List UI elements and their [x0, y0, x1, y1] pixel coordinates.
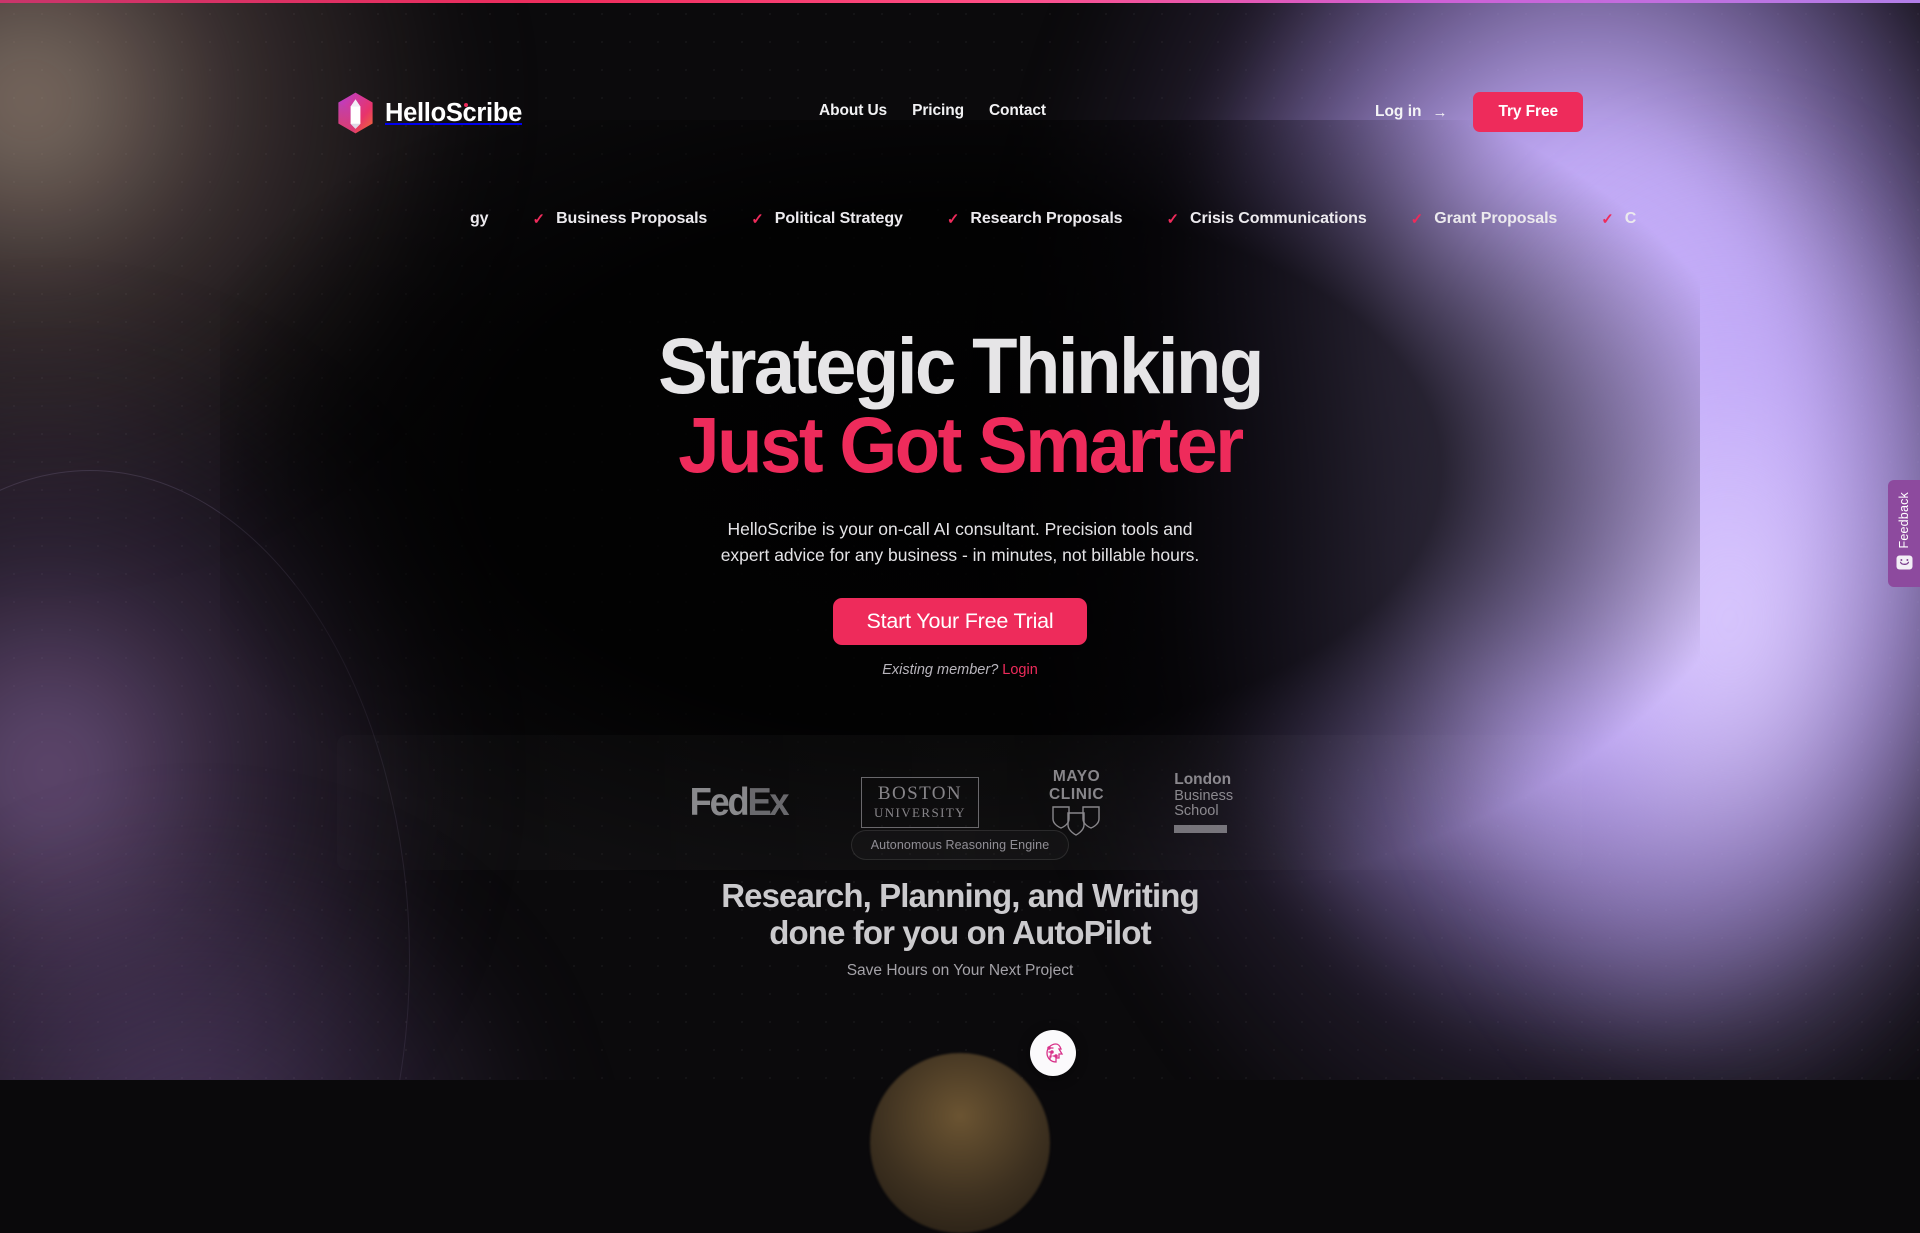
lbs-line-2: Business	[1174, 789, 1233, 804]
feature-ticker-track: gy ✓ Business Proposals ✓ Political Strategy…	[470, 210, 1680, 228]
check-icon: ✓	[1166, 210, 1179, 228]
feedback-label: Feedback	[1897, 492, 1911, 549]
ticker-item: ✓ Research Proposals	[947, 210, 1123, 228]
hero-section: Strategic Thinking Just Got Smarter Hell…	[0, 330, 1920, 678]
check-icon: ✓	[532, 210, 545, 228]
autopilot-title-line-1: Research, Planning, and Writing	[721, 877, 1199, 914]
logo-fedex: FedEx	[686, 781, 791, 825]
ticker-item: ✓ Political Strategy	[751, 210, 903, 228]
nav-item-pricing[interactable]: Pricing	[912, 102, 964, 120]
lbs-line-1: London	[1174, 772, 1233, 788]
ticker-item: gy	[470, 210, 488, 228]
ticker-item-label: Grant Proposals	[1434, 210, 1557, 228]
ticker-item-label: Research Proposals	[970, 210, 1122, 228]
bu-line-2: UNIVERSITY	[874, 805, 966, 821]
ticker-item-label: Political Strategy	[775, 210, 903, 228]
feature-ticker: gy ✓ Business Proposals ✓ Political Strategy…	[0, 210, 1920, 244]
autopilot-title-line-2: done for you on AutoPilot	[769, 914, 1150, 951]
ai-brain-icon	[1039, 1039, 1067, 1067]
check-icon: ✓	[947, 210, 960, 228]
lbs-line-3: School	[1174, 804, 1233, 819]
arrow-right-icon: →	[1432, 105, 1447, 120]
hero-subheadline-line-2: expert advice for any business - in minu…	[721, 545, 1200, 565]
ticker-item-label: C	[1625, 210, 1636, 228]
check-icon: ✓	[751, 210, 764, 228]
hexagon-pencil-logo-icon	[337, 92, 374, 134]
site-header: HelloScribe About Us Pricing Contact Log…	[0, 0, 1920, 150]
brand-name: HelloScribe	[385, 99, 522, 128]
mayo-line-1: MAYO	[1049, 768, 1104, 786]
nav-item-about-us[interactable]: About Us	[819, 102, 887, 120]
nav-item-contact[interactable]: Contact	[989, 102, 1046, 120]
hero-subheadline-line-1: HelloScribe is your on-call AI consultan…	[728, 519, 1193, 539]
customer-logo-wall: FedEx BOSTON UNIVERSITY MAYO CLINIC Lond…	[337, 735, 1582, 870]
existing-member-prefix: Existing member?	[882, 662, 998, 678]
smiley-icon	[1896, 555, 1913, 575]
login-label: Log in	[1375, 103, 1422, 121]
ticker-item: ✓ Grant Proposals	[1411, 210, 1558, 228]
check-icon: ✓	[1411, 210, 1424, 228]
ticker-item: ✓ Crisis Communications	[1166, 210, 1366, 228]
fedex-fed-text: Fed	[690, 781, 748, 824]
hero-subheadline: HelloScribe is your on-call AI consultan…	[0, 517, 1920, 569]
feedback-tab[interactable]: Feedback	[1888, 480, 1920, 587]
try-free-button[interactable]: Try Free	[1473, 92, 1583, 132]
ai-brain-icon-badge	[1030, 1030, 1076, 1076]
logo-london-business-school: London Business School	[1174, 772, 1233, 832]
login-link[interactable]: Log in →	[1375, 103, 1448, 121]
autopilot-section-subtitle: Save Hours on Your Next Project	[0, 962, 1920, 980]
ticker-item: ✓ Business Proposals	[532, 210, 707, 228]
mayo-shields-icon	[1049, 805, 1103, 837]
mayo-line-2: CLINIC	[1049, 786, 1104, 804]
start-free-trial-button[interactable]: Start Your Free Trial	[833, 598, 1086, 645]
logo-mayo-clinic: MAYO CLINIC	[1049, 768, 1104, 838]
hero-headline-line-1: Strategic Thinking	[58, 330, 1863, 403]
existing-member-line: Existing member? Login	[0, 662, 1920, 678]
logo-boston-university: BOSTON UNIVERSITY	[861, 777, 979, 829]
brand-logo-link[interactable]: HelloScribe	[337, 92, 522, 134]
ticker-item-label: Crisis Communications	[1190, 210, 1367, 228]
existing-member-login-link[interactable]: Login	[1002, 662, 1037, 678]
ticker-item-label: Business Proposals	[556, 210, 707, 228]
top-accent-bar	[0, 0, 1920, 3]
ticker-item-label: gy	[470, 210, 488, 228]
fedex-ex-text: Ex	[747, 781, 787, 824]
bu-line-1: BOSTON	[874, 784, 966, 804]
lbs-underline-bar	[1174, 825, 1227, 833]
check-icon: ✓	[1601, 210, 1614, 228]
ticker-item: ✓C	[1601, 210, 1636, 228]
hero-headline-line-2: Just Got Smarter	[58, 409, 1863, 482]
autopilot-section-title: Research, Planning, and Writing done for…	[0, 878, 1920, 952]
header-auth-area: Log in → Try Free	[1375, 92, 1583, 132]
main-navigation: About Us Pricing Contact	[819, 102, 1046, 120]
decorative-orb	[870, 1053, 1050, 1233]
